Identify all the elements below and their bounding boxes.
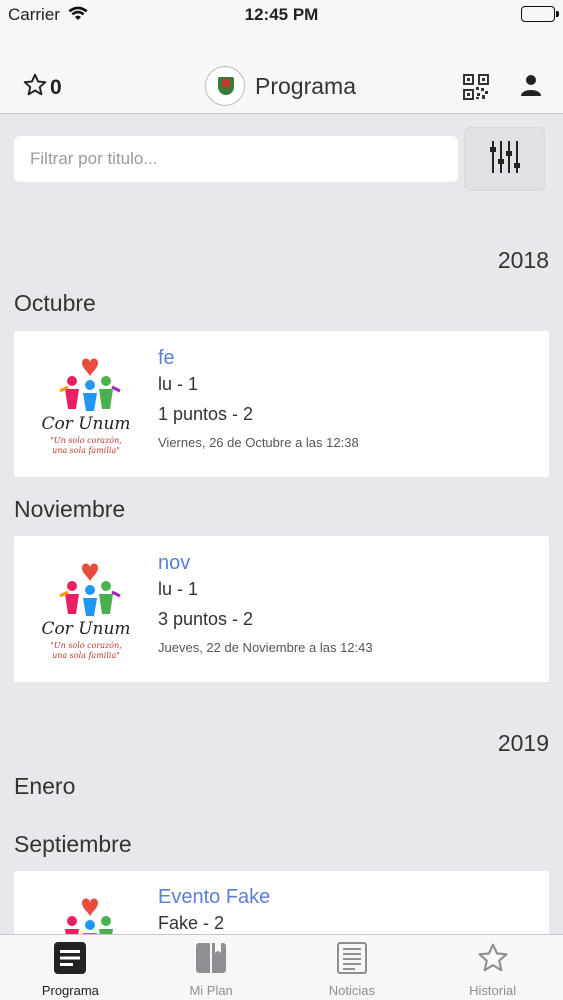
svg-text:Cor Unum: Cor Unum xyxy=(41,414,130,434)
month-header: Noviembre xyxy=(14,496,126,522)
event-subtitle: lu - 1 xyxy=(158,579,199,599)
event-title[interactable]: fe xyxy=(158,347,175,370)
nav-title-group: Programa xyxy=(205,66,356,106)
event-date: Jueves, 22 de Noviembre a las 12:43 xyxy=(158,640,373,655)
favorites-button[interactable]: 0 xyxy=(22,72,62,103)
tab-label: Noticias xyxy=(328,983,375,998)
clock: 12:45 PM xyxy=(244,5,319,24)
tab-mi-plan[interactable]: Mi Plan xyxy=(141,935,282,1000)
svg-text:"Un solo corazón,: "Un solo corazón, xyxy=(50,436,122,445)
event-title[interactable]: nov xyxy=(158,552,190,575)
filter-by-title-input[interactable] xyxy=(14,136,458,182)
battery-icon xyxy=(521,6,559,22)
filter-settings-button[interactable] xyxy=(464,127,545,191)
tab-programa[interactable]: Programa xyxy=(0,935,141,1000)
event-points: 1 puntos - 2 xyxy=(158,404,254,424)
book-icon xyxy=(194,941,228,980)
navigation-bar: 0 Programa xyxy=(0,30,563,114)
year-header: 2019 xyxy=(497,730,549,756)
month-header: Septiembre xyxy=(14,831,132,857)
event-card[interactable]: Cor Unum "Un solo corazón, una sola fami… xyxy=(14,331,549,477)
event-logo: Cor Unum "Un solo corazón, una sola fami… xyxy=(32,554,140,664)
event-logo: Cor Unum "Un solo corazón, una sola fami… xyxy=(32,349,140,459)
year-header: 2018 xyxy=(497,247,549,273)
tab-label: Historial xyxy=(469,983,517,998)
tab-historial[interactable]: Historial xyxy=(422,935,563,1000)
star-icon xyxy=(22,72,48,103)
event-subtitle: Fake - 2 xyxy=(158,913,225,933)
school-logo xyxy=(205,66,245,106)
event-subtitle: lu - 1 xyxy=(158,374,199,394)
tab-label: Mi Plan xyxy=(189,983,233,998)
status-bar: Carrier 12:45 PM xyxy=(0,0,563,30)
tab-label: Programa xyxy=(41,983,99,998)
filter-row xyxy=(0,127,563,193)
svg-text:una sola familia": una sola familia" xyxy=(52,446,120,455)
sliders-icon xyxy=(488,139,522,180)
star-icon xyxy=(476,941,510,980)
svg-text:una sola familia": una sola familia" xyxy=(52,651,120,660)
event-card[interactable]: Cor Unum "Un solo corazón, una sola fami… xyxy=(14,536,549,682)
svg-text:Cor Unum: Cor Unum xyxy=(41,619,130,639)
event-points: 3 puntos - 2 xyxy=(158,609,254,629)
list-icon xyxy=(53,941,87,980)
month-header: Enero xyxy=(14,773,76,799)
month-header: Octubre xyxy=(14,290,96,316)
qr-code-icon[interactable] xyxy=(463,74,489,105)
tab-noticias[interactable]: Noticias xyxy=(282,935,423,1000)
event-date: Viernes, 26 de Octubre a las 12:38 xyxy=(158,435,359,450)
event-title[interactable]: Evento Fake xyxy=(158,886,270,909)
page-title: Programa xyxy=(255,72,356,99)
user-profile-icon[interactable] xyxy=(519,73,543,102)
svg-text:"Un solo corazón,: "Un solo corazón, xyxy=(50,641,122,650)
tab-bar: Programa Mi Plan Noticias Historial xyxy=(0,934,563,1000)
favorites-count: 0 xyxy=(50,75,62,99)
news-icon xyxy=(335,941,369,980)
